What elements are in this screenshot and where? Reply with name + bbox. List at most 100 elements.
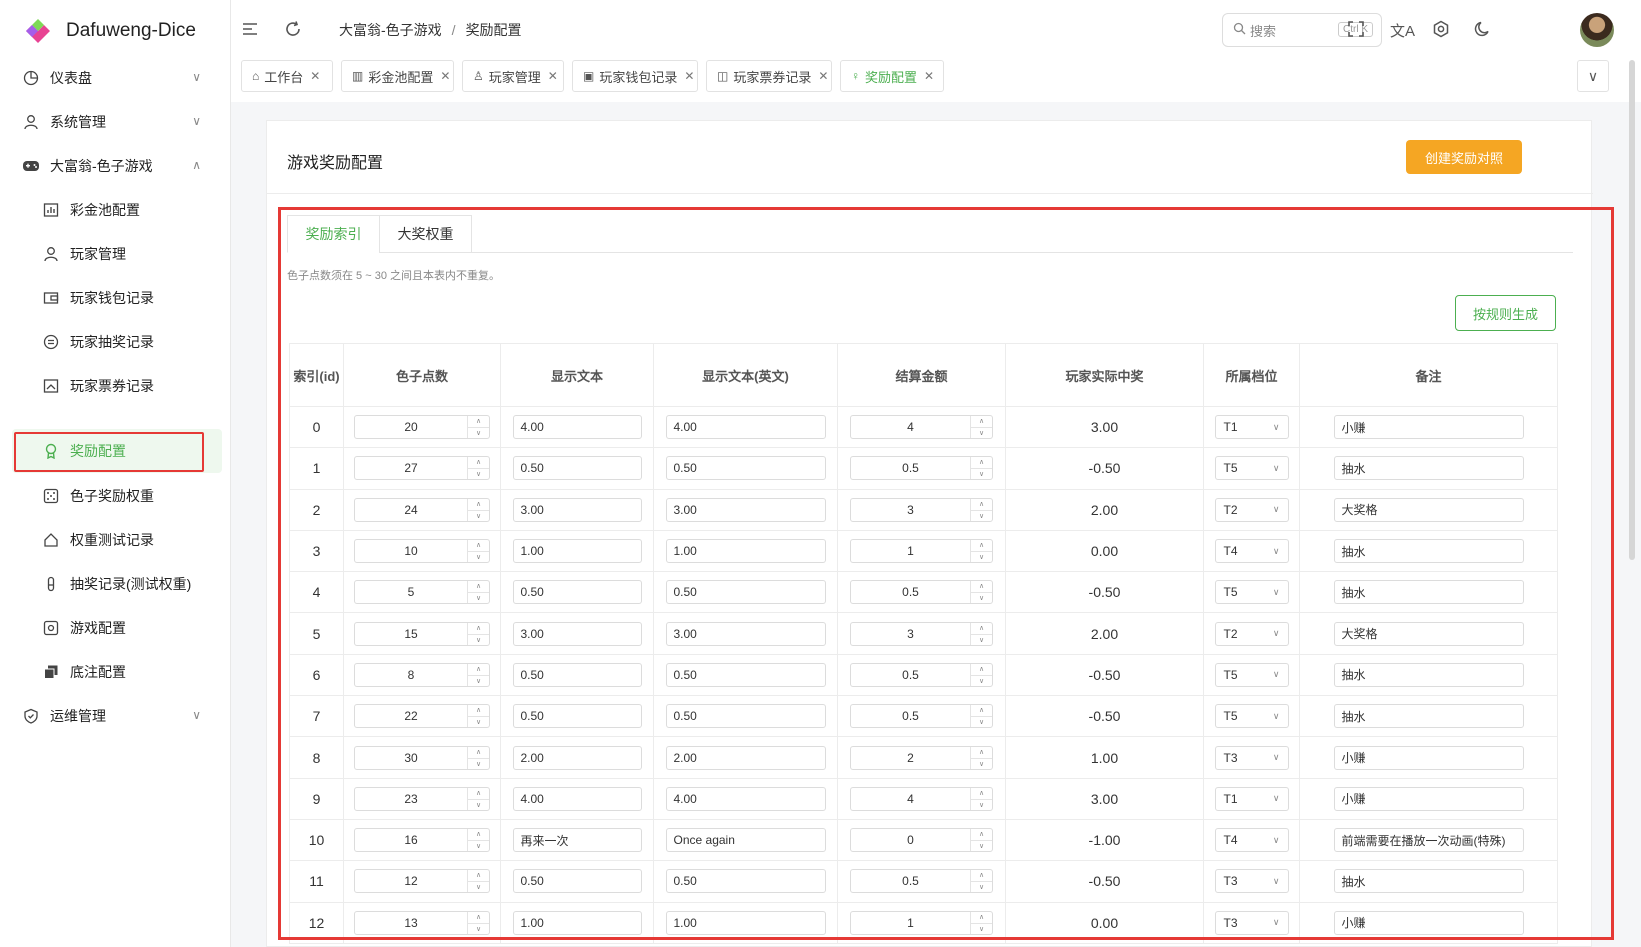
amount-input[interactable]: 3 ∧ ∨ <box>850 497 993 522</box>
dice-points-input[interactable]: 27 ∧ ∨ <box>354 456 490 481</box>
chevron-down-icon[interactable]: ∨ <box>468 511 489 522</box>
tab-jackpot-weight[interactable]: 大奖权重 <box>379 215 472 253</box>
stepper[interactable]: ∧ ∨ <box>467 705 489 728</box>
tier-select[interactable]: T3 ∨ <box>1214 745 1289 770</box>
chevron-down-icon[interactable]: ∨ <box>971 800 992 811</box>
stepper[interactable]: ∧ ∨ <box>467 498 489 522</box>
display-text-input[interactable]: 0.50 <box>512 456 642 481</box>
stepper[interactable]: ∧ ∨ <box>467 581 489 604</box>
chevron-down-icon[interactable]: ∨ <box>468 676 489 687</box>
note-input[interactable]: 前端需要在播放一次动画(特殊) <box>1333 828 1524 853</box>
create-reward-button[interactable]: 创建奖励对照 <box>1406 140 1522 174</box>
note-input[interactable]: 抽水 <box>1333 662 1524 687</box>
close-icon[interactable]: ✕ <box>684 69 694 83</box>
display-text-en-input[interactable]: 0.50 <box>665 869 826 894</box>
display-text-en-input[interactable]: 0.50 <box>665 580 826 605</box>
stepper[interactable]: ∧ ∨ <box>970 705 992 728</box>
sidebar-item-draw-records[interactable]: 玩家抽奖记录 <box>0 319 231 365</box>
stepper[interactable]: ∧ ∨ <box>467 663 489 687</box>
note-input[interactable]: 大奖格 <box>1333 497 1524 522</box>
chevron-up-icon[interactable]: ∧ <box>468 457 489 470</box>
display-text-en-input[interactable]: 0.50 <box>665 704 826 729</box>
amount-input[interactable]: 0.5 ∧ ∨ <box>850 869 993 894</box>
chevron-up-icon[interactable]: ∧ <box>468 664 489 676</box>
stepper[interactable]: ∧ ∨ <box>970 787 992 811</box>
stepper[interactable]: ∧ ∨ <box>970 581 992 604</box>
sidebar-item-test-draw-records[interactable]: 抽奖记录(测试权重) <box>0 561 231 607</box>
tier-select[interactable]: T3 ∨ <box>1214 910 1289 935</box>
chevron-up-icon[interactable]: ∧ <box>468 747 489 759</box>
sidebar-item-dice-game[interactable]: 大富翁-色子游戏 ∧ <box>0 143 231 189</box>
sidebar-item-bet-config[interactable]: 底注配置 <box>0 649 231 695</box>
chevron-up-icon[interactable]: ∧ <box>971 664 992 676</box>
chevron-down-icon[interactable]: ∨ <box>468 717 489 728</box>
stepper[interactable]: ∧ ∨ <box>467 540 489 563</box>
avatar[interactable] <box>1580 13 1614 47</box>
note-input[interactable]: 小赚 <box>1333 745 1524 770</box>
display-text-en-input[interactable]: 4.00 <box>665 415 826 440</box>
chevron-down-icon[interactable]: ∨ <box>468 593 489 604</box>
page-scrollbar[interactable] <box>1629 60 1635 560</box>
sidebar-item-dice-weights[interactable]: 色子奖励权重 <box>0 473 231 519</box>
amount-input[interactable]: 1 ∧ ∨ <box>850 910 993 935</box>
fullscreen-icon[interactable] <box>1347 20 1365 38</box>
close-icon[interactable]: ✕ <box>440 69 450 83</box>
settings-icon[interactable] <box>1432 20 1450 38</box>
display-text-en-input[interactable]: 1.00 <box>665 910 826 935</box>
chevron-up-icon[interactable]: ∧ <box>468 912 489 924</box>
tab-workbench[interactable]: ⌂ 工作台 ✕ <box>241 60 333 92</box>
dice-points-input[interactable]: 16 ∧ ∨ <box>354 828 490 853</box>
chevron-down-icon[interactable]: ∨ <box>468 759 489 770</box>
display-text-input[interactable]: 1.00 <box>512 539 642 564</box>
note-input[interactable]: 大奖格 <box>1333 621 1524 646</box>
note-input[interactable]: 小赚 <box>1333 910 1524 935</box>
display-text-en-input[interactable]: 0.50 <box>665 456 826 481</box>
app-logo[interactable]: Dafuweng-Dice <box>0 0 230 62</box>
close-icon[interactable]: ✕ <box>310 69 320 83</box>
sidebar-item-ops[interactable]: 运维管理 ∨ <box>0 693 231 739</box>
menu-toggle-icon[interactable] <box>241 20 259 38</box>
stepper[interactable]: ∧ ∨ <box>970 746 992 770</box>
display-text-en-input[interactable]: 2.00 <box>665 745 826 770</box>
amount-input[interactable]: 4 ∧ ∨ <box>850 786 993 811</box>
tab-wallet-records[interactable]: ▣ 玩家钱包记录 ✕ <box>572 60 698 92</box>
dice-points-input[interactable]: 20 ∧ ∨ <box>354 415 490 440</box>
stepper[interactable]: ∧ ∨ <box>467 911 489 934</box>
dice-points-input[interactable]: 12 ∧ ∨ <box>354 869 490 894</box>
dice-points-input[interactable]: 5 ∧ ∨ <box>354 580 490 605</box>
note-input[interactable]: 抽水 <box>1333 580 1524 605</box>
amount-input[interactable]: 0.5 ∧ ∨ <box>850 704 993 729</box>
amount-input[interactable]: 2 ∧ ∨ <box>850 745 993 770</box>
chevron-up-icon[interactable]: ∧ <box>468 416 489 429</box>
chevron-down-icon[interactable]: ∨ <box>971 469 992 480</box>
display-text-input[interactable]: 0.50 <box>512 580 642 605</box>
stepper[interactable]: ∧ ∨ <box>970 416 992 439</box>
chevron-down-icon[interactable]: ∨ <box>468 469 489 480</box>
display-text-input[interactable]: 3.00 <box>512 621 642 646</box>
chevron-up-icon[interactable]: ∧ <box>971 829 992 842</box>
dark-mode-icon[interactable] <box>1474 20 1492 38</box>
chevron-down-icon[interactable]: ∨ <box>971 552 992 563</box>
dice-points-input[interactable]: 10 ∧ ∨ <box>354 539 490 564</box>
amount-input[interactable]: 0 ∧ ∨ <box>850 828 993 853</box>
chevron-up-icon[interactable]: ∧ <box>971 788 992 800</box>
tab-players[interactable]: ♙ 玩家管理 ✕ <box>462 60 564 92</box>
stepper[interactable]: ∧ ∨ <box>970 663 992 686</box>
stepper[interactable]: ∧ ∨ <box>467 457 489 480</box>
close-icon[interactable]: ✕ <box>818 69 828 83</box>
display-text-input[interactable]: 4.00 <box>512 786 642 811</box>
dice-points-input[interactable]: 24 ∧ ∨ <box>354 497 490 522</box>
note-input[interactable]: 抽水 <box>1333 539 1524 564</box>
dice-points-input[interactable]: 8 ∧ ∨ <box>354 662 490 687</box>
chevron-down-icon[interactable]: ∨ <box>971 759 992 770</box>
chevron-up-icon[interactable]: ∧ <box>971 747 992 759</box>
stepper[interactable]: ∧ ∨ <box>970 622 992 645</box>
language-icon[interactable]: 文A <box>1390 20 1415 41</box>
chevron-up-icon[interactable]: ∧ <box>468 829 489 842</box>
sidebar-item-wallet-records[interactable]: 玩家钱包记录 <box>0 275 231 321</box>
sidebar-item-ticket-records[interactable]: 玩家票券记录 <box>0 363 231 409</box>
chevron-down-icon[interactable]: ∨ <box>971 593 992 604</box>
stepper[interactable]: ∧ ∨ <box>467 870 489 893</box>
chevron-up-icon[interactable]: ∧ <box>971 457 992 470</box>
amount-input[interactable]: 3 ∧ ∨ <box>850 621 993 646</box>
